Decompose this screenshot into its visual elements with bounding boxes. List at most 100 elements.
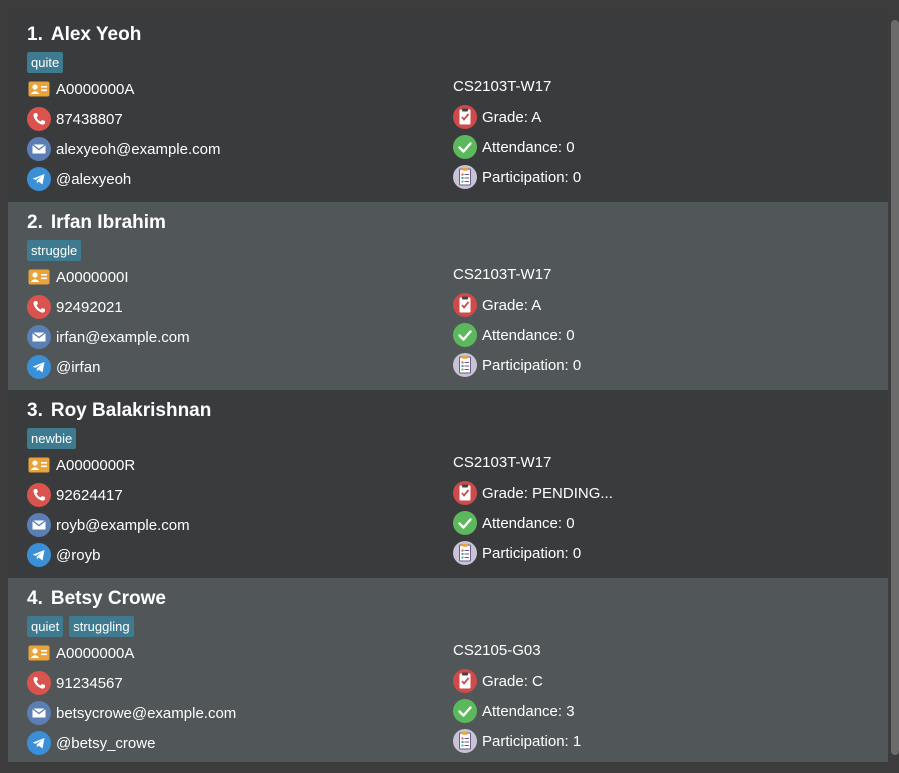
tag-label: newbie	[27, 428, 77, 449]
person-card[interactable]: 3. Roy Balakrishnan newbie A0000000R 9262…	[8, 390, 888, 578]
attendance-value: Attendance: 3	[482, 702, 575, 720]
person-name: 3. Roy Balakrishnan	[27, 400, 211, 422]
email-value: alexyeoh@example.com	[56, 140, 221, 158]
person-name: 4. Betsy Crowe	[27, 588, 166, 610]
phone-value: 92492021	[56, 298, 123, 316]
attendance-check-icon	[453, 135, 477, 159]
person-name-text: Roy Balakrishnan	[50, 400, 212, 421]
phone-field: 91234567	[27, 671, 123, 695]
telegram-icon	[27, 731, 51, 755]
tag-label: quite	[27, 52, 64, 73]
email-field: irfan@example.com	[27, 325, 190, 349]
tag-label: quiet	[27, 616, 64, 637]
phone-value: 92624417	[56, 486, 123, 504]
tag-list: quite	[27, 52, 64, 73]
tutorial-group: CS2103T-W17	[453, 454, 552, 471]
person-card[interactable]: 1. Alex Yeoh quite A0000000A 87438807 ale…	[8, 14, 888, 202]
person-card[interactable]: 4. Betsy Crowe quiet struggling A0000000A …	[8, 578, 888, 762]
phone-field: 87438807	[27, 107, 123, 131]
id-card-icon	[27, 77, 51, 101]
tutorial-group: CS2105-G03	[453, 642, 541, 659]
participation-field: Participation: 1	[453, 729, 581, 753]
scrollbar[interactable]	[891, 20, 899, 755]
email-value: betsycrowe@example.com	[56, 704, 237, 722]
student-id-field: A0000000A	[27, 77, 134, 101]
person-list[interactable]: 1. Alex Yeoh quite A0000000A 87438807 ale…	[8, 14, 888, 762]
email-icon	[27, 325, 51, 349]
phone-icon	[27, 671, 51, 695]
attendance-check-icon	[453, 511, 477, 535]
student-id-value: A0000000A	[56, 80, 135, 98]
phone-field: 92492021	[27, 295, 123, 319]
student-id-value: A0000000A	[56, 644, 135, 662]
id-card-icon	[27, 641, 51, 665]
telegram-field: @betsy_crowe	[27, 731, 155, 755]
person-name: 1. Alex Yeoh	[27, 24, 141, 46]
phone-field: 92624417	[27, 483, 123, 507]
email-value: irfan@example.com	[56, 328, 190, 346]
participation-field: Participation: 0	[453, 353, 581, 377]
tag-list: struggle	[27, 240, 82, 261]
person-name-text: Irfan Ibrahim	[50, 212, 166, 233]
phone-icon	[27, 107, 51, 131]
person-index: 3.	[27, 400, 43, 421]
telegram-icon	[27, 355, 51, 379]
email-field: alexyeoh@example.com	[27, 137, 220, 161]
phone-icon	[27, 295, 51, 319]
id-card-icon	[27, 265, 51, 289]
attendance-field: Attendance: 0	[453, 323, 575, 347]
tutorial-group: CS2103T-W17	[453, 78, 552, 95]
grade-icon	[453, 669, 477, 693]
grade-value: Grade: C	[482, 672, 543, 690]
attendance-value: Attendance: 0	[482, 514, 575, 532]
grade-value: Grade: PENDING...	[482, 484, 613, 502]
person-name: 2. Irfan Ibrahim	[27, 212, 166, 234]
grade-field: Grade: PENDING...	[453, 481, 613, 505]
participation-value: Participation: 1	[482, 732, 582, 750]
attendance-field: Attendance: 0	[453, 135, 575, 159]
phone-icon	[27, 483, 51, 507]
telegram-value: @betsy_crowe	[56, 734, 156, 752]
email-field: betsycrowe@example.com	[27, 701, 236, 725]
tag-list: newbie	[27, 428, 77, 449]
attendance-field: Attendance: 0	[453, 511, 575, 535]
attendance-check-icon	[453, 323, 477, 347]
grade-value: Grade: A	[482, 296, 542, 314]
person-card[interactable]: 2. Irfan Ibrahim struggle A0000000I 92492…	[8, 202, 888, 390]
participation-clipboard-icon	[453, 353, 477, 377]
telegram-icon	[27, 543, 51, 567]
participation-value: Participation: 0	[482, 544, 582, 562]
student-id-field: A0000000R	[27, 453, 135, 477]
attendance-value: Attendance: 0	[482, 138, 575, 156]
attendance-value: Attendance: 0	[482, 326, 575, 344]
student-id-value: A0000000R	[56, 456, 136, 474]
tutorial-group: CS2103T-W17	[453, 266, 552, 283]
tag-list: quiet struggling	[27, 616, 134, 637]
participation-field: Participation: 0	[453, 541, 581, 565]
grade-icon	[453, 293, 477, 317]
telegram-field: @irfan	[27, 355, 100, 379]
tag-label: struggling	[69, 616, 134, 637]
student-id-field: A0000000A	[27, 641, 134, 665]
email-icon	[27, 137, 51, 161]
person-index: 1.	[27, 24, 43, 45]
grade-icon	[453, 481, 477, 505]
telegram-value: @irfan	[56, 358, 101, 376]
participation-clipboard-icon	[453, 165, 477, 189]
participation-value: Participation: 0	[482, 168, 582, 186]
email-icon	[27, 513, 51, 537]
telegram-field: @royb	[27, 543, 100, 567]
email-field: royb@example.com	[27, 513, 190, 537]
telegram-icon	[27, 167, 51, 191]
grade-field: Grade: A	[453, 105, 541, 129]
person-name-text: Alex Yeoh	[50, 24, 142, 45]
telegram-field: @alexyeoh	[27, 167, 131, 191]
student-id-value: A0000000I	[56, 268, 129, 286]
phone-value: 91234567	[56, 674, 123, 692]
grade-field: Grade: A	[453, 293, 541, 317]
email-icon	[27, 701, 51, 725]
participation-clipboard-icon	[453, 729, 477, 753]
id-card-icon	[27, 453, 51, 477]
attendance-check-icon	[453, 699, 477, 723]
person-name-text: Betsy Crowe	[50, 588, 166, 609]
